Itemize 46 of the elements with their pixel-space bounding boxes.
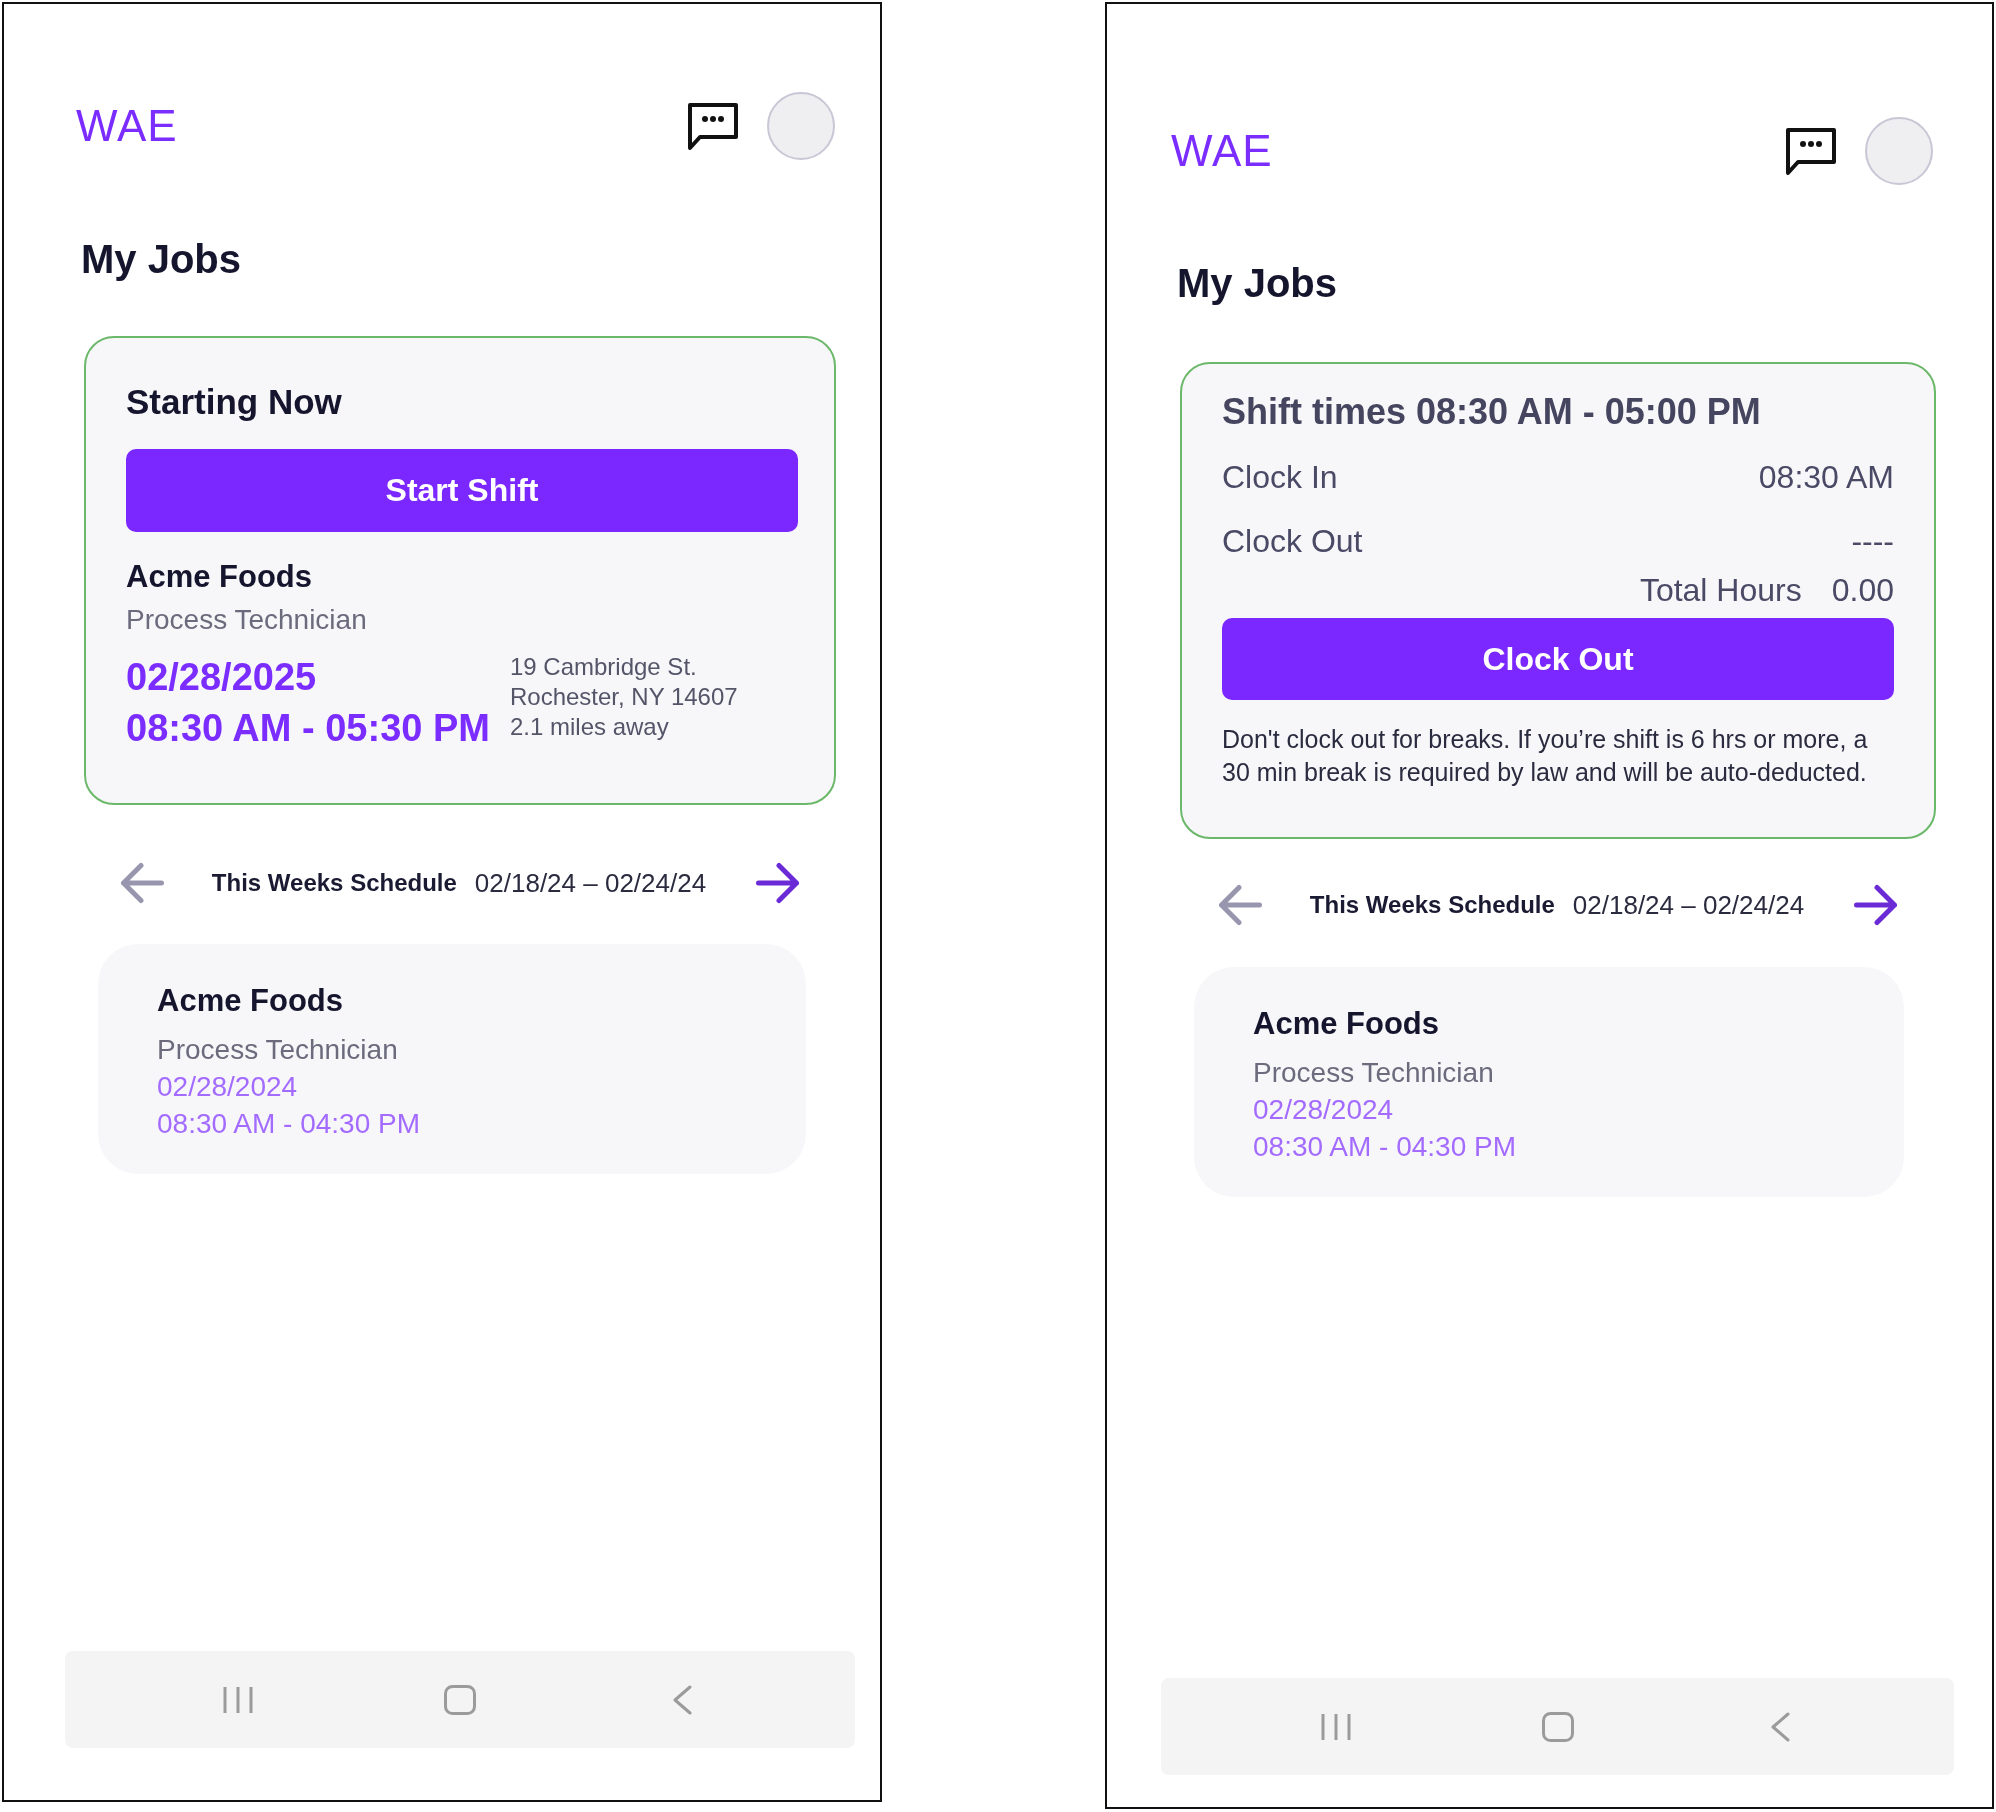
start-shift-button[interactable]: Start Shift bbox=[126, 449, 798, 532]
entry-value: 08:30 AM bbox=[1758, 458, 1894, 497]
card-heading: Starting Now bbox=[126, 381, 343, 423]
recent-apps-icon[interactable] bbox=[1320, 1711, 1351, 1742]
back-icon[interactable] bbox=[1769, 1711, 1790, 1742]
arrow-right-icon[interactable] bbox=[756, 862, 801, 904]
chat-icon[interactable] bbox=[687, 101, 739, 151]
job-role: Process Technician bbox=[1253, 1056, 1495, 1090]
chat-icon[interactable] bbox=[1785, 126, 1837, 176]
shift-times-heading: Shift times 08:30 AM - 05:00 PM bbox=[1222, 390, 1762, 433]
arrow-right-icon[interactable] bbox=[1854, 884, 1899, 926]
distance-text: 2.1 miles away bbox=[509, 712, 670, 742]
entry-label: Clock Out bbox=[1222, 522, 1363, 561]
shift-time: 08:30 AM - 05:30 PM bbox=[126, 706, 490, 751]
page-title: My Jobs bbox=[1177, 260, 1339, 307]
entry-value: ---- bbox=[1851, 522, 1894, 561]
company-name: Acme Foods bbox=[1253, 1005, 1441, 1042]
job-role: Process Technician bbox=[126, 603, 368, 637]
total-hours-value: 0.00 bbox=[1831, 571, 1894, 610]
job-date: 02/28/2024 bbox=[1253, 1093, 1395, 1127]
brand-logo: WAE bbox=[1171, 129, 1273, 173]
company-name: Acme Foods bbox=[126, 558, 314, 595]
home-icon[interactable] bbox=[1541, 1711, 1574, 1742]
shift-date: 02/28/2025 bbox=[126, 655, 318, 700]
address-line: Rochester, NY 14607 bbox=[509, 682, 738, 712]
brand-logo: WAE bbox=[76, 104, 178, 148]
entry-label: Clock In bbox=[1222, 458, 1338, 497]
break-policy-note: Don't clock out for breaks. If you’re shift is 6 hrs or more, a 30 min break is required by law and will be auto-deducted. bbox=[1222, 724, 1869, 788]
back-icon[interactable] bbox=[672, 1684, 692, 1715]
clock-out-button[interactable]: Clock Out bbox=[1222, 618, 1894, 700]
job-card[interactable]: Acme Foods Process Technician 02/28/2024 08:30 AM - 04:30 PM bbox=[1194, 967, 1904, 1197]
week-date-range: 02/18/24 – 02/24/24 bbox=[474, 867, 707, 899]
week-schedule-label: This Weeks Schedule bbox=[211, 869, 457, 897]
page-title: My Jobs bbox=[81, 236, 243, 283]
job-date: 02/28/2024 bbox=[157, 1070, 299, 1104]
week-date-range: 02/18/24 – 02/24/24 bbox=[1572, 889, 1805, 921]
job-card[interactable]: Acme Foods Process Technician 02/28/2024 08:30 AM - 04:30 PM bbox=[98, 944, 806, 1174]
job-role: Process Technician bbox=[157, 1033, 399, 1067]
company-name: Acme Foods bbox=[157, 982, 345, 1019]
job-time: 08:30 AM - 04:30 PM bbox=[157, 1107, 422, 1141]
address-line: 19 Cambridge St. bbox=[509, 652, 698, 682]
job-time: 08:30 AM - 04:30 PM bbox=[1253, 1130, 1518, 1164]
home-icon[interactable] bbox=[444, 1684, 476, 1715]
total-hours-label: Total Hours bbox=[1639, 571, 1802, 610]
week-schedule-label: This Weeks Schedule bbox=[1309, 891, 1555, 919]
recent-apps-icon[interactable] bbox=[223, 1684, 253, 1715]
